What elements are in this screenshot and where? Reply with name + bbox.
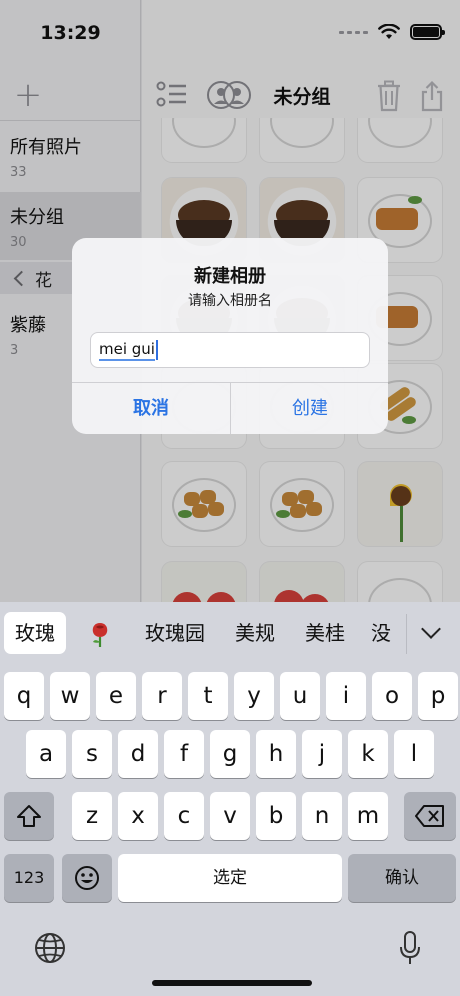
keyboard: 玫瑰 玫瑰园 美规 美桂 没 qwertyuiop asdfghjkl zxcvbn… <box>0 602 460 996</box>
cancel-button[interactable]: 取消 <box>72 383 230 434</box>
key-t[interactable]: t <box>188 672 228 720</box>
key-h[interactable]: h <box>256 730 296 778</box>
key-n[interactable]: n <box>302 792 342 840</box>
numbers-key[interactable]: 123 <box>4 854 54 902</box>
key-c[interactable]: c <box>164 792 204 840</box>
key-f[interactable]: f <box>164 730 204 778</box>
key-i[interactable]: i <box>326 672 366 720</box>
key-m[interactable]: m <box>348 792 388 840</box>
key-l[interactable]: l <box>394 730 434 778</box>
return-key[interactable]: 确认 <box>348 854 456 902</box>
home-indicator <box>152 980 312 986</box>
shift-icon <box>17 805 41 827</box>
candidate-item[interactable]: 没 <box>366 612 396 654</box>
key-o[interactable]: o <box>372 672 412 720</box>
app-window: 13:29 + 所有照片 33 未分组 30 花 紫藤 3 未分组 新建相册 请… <box>0 0 460 996</box>
candidate-item[interactable]: 玫瑰园 <box>140 612 210 654</box>
album-name-input[interactable]: mei gui <box>90 332 370 368</box>
candidate-divider <box>406 614 407 654</box>
microphone-icon[interactable] <box>398 930 422 966</box>
key-x[interactable]: x <box>118 792 158 840</box>
key-q[interactable]: q <box>4 672 44 720</box>
text-caret <box>155 340 158 360</box>
key-d[interactable]: d <box>118 730 158 778</box>
chevron-down-icon[interactable] <box>421 619 441 639</box>
key-s[interactable]: s <box>72 730 112 778</box>
candidate-emoji-rose[interactable] <box>88 620 112 648</box>
key-v[interactable]: v <box>210 792 250 840</box>
key-g[interactable]: g <box>210 730 250 778</box>
candidate-item[interactable]: 玫瑰 <box>4 612 66 654</box>
new-album-dialog: 新建相册 请输入相册名 mei gui 取消 创建 <box>72 238 388 434</box>
space-key[interactable]: 选定 <box>118 854 342 902</box>
candidate-item[interactable]: 美规 <box>228 612 282 654</box>
rose-icon <box>92 623 108 647</box>
delete-key[interactable] <box>404 792 456 840</box>
key-u[interactable]: u <box>280 672 320 720</box>
dialog-message: 请输入相册名 <box>188 293 272 309</box>
key-y[interactable]: y <box>234 672 274 720</box>
input-text: mei gui <box>99 340 155 361</box>
key-w[interactable]: w <box>50 672 90 720</box>
key-b[interactable]: b <box>256 792 296 840</box>
candidate-item[interactable]: 美桂 <box>298 612 352 654</box>
emoji-icon <box>75 866 99 890</box>
dialog-title: 新建相册 <box>194 266 266 287</box>
globe-icon[interactable] <box>34 932 66 964</box>
key-k[interactable]: k <box>348 730 388 778</box>
key-j[interactable]: j <box>302 730 342 778</box>
candidate-bar: 玫瑰 玫瑰园 美规 美桂 没 <box>0 602 460 664</box>
create-button[interactable]: 创建 <box>231 383 388 434</box>
key-e[interactable]: e <box>96 672 136 720</box>
backspace-icon <box>415 805 444 827</box>
shift-key[interactable] <box>4 792 54 840</box>
key-z[interactable]: z <box>72 792 112 840</box>
key-p[interactable]: p <box>418 672 458 720</box>
key-a[interactable]: a <box>26 730 66 778</box>
key-r[interactable]: r <box>142 672 182 720</box>
emoji-key[interactable] <box>62 854 112 902</box>
